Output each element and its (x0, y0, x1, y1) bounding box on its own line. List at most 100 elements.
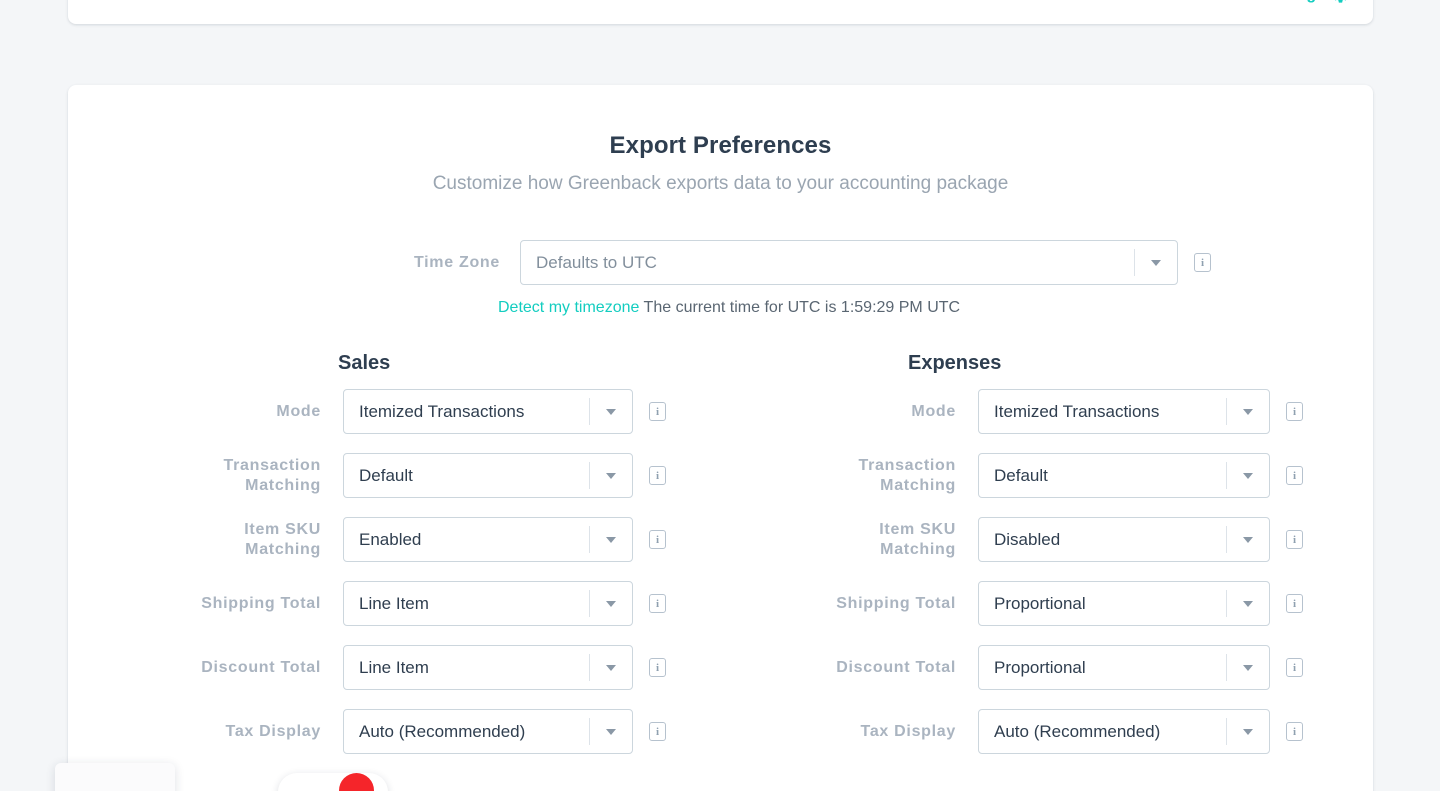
chevron-down-icon[interactable] (590, 582, 632, 625)
expenses-mode-label: Mode (911, 402, 956, 420)
sales-mode-row: Mode Itemized Transactions i (68, 389, 768, 434)
export-preferences-card: Export Preferences Customize how Greenba… (68, 85, 1373, 791)
sales-item-sku-matching-row: Item SKU Matching Enabled i (68, 517, 768, 562)
expenses-mode-select[interactable]: Itemized Transactions (978, 389, 1270, 434)
chevron-down-icon[interactable] (590, 646, 632, 689)
info-icon[interactable]: i (1194, 253, 1211, 272)
manage-link[interactable]: Manage (1265, 0, 1349, 4)
expenses-shipping-total-label: Shipping Total (836, 594, 956, 612)
chevron-down-icon[interactable] (590, 390, 632, 433)
timezone-label: Time Zone (413, 253, 500, 271)
account-name: Greenback Commerce (92, 0, 296, 6)
info-icon[interactable]: i (1286, 658, 1303, 677)
sales-mode-label: Mode (276, 402, 321, 420)
chevron-down-icon[interactable] (1227, 518, 1269, 561)
info-icon[interactable]: i (1286, 530, 1303, 549)
sales-discount-total-select[interactable]: Line Item (343, 645, 633, 690)
sales-shipping-total-value: Line Item (359, 593, 429, 613)
info-icon[interactable]: i (1286, 402, 1303, 421)
info-icon[interactable]: i (649, 402, 666, 421)
chevron-down-icon[interactable] (1227, 710, 1269, 753)
sales-tax-display-label: Tax Display (225, 722, 321, 740)
expenses-shipping-total-row: Shipping Total Proportional i (768, 581, 1373, 626)
sales-transaction-matching-label: Transaction Matching (68, 456, 343, 496)
expenses-column: Expenses Mode Itemized Transactions i Tr… (768, 352, 1373, 773)
expenses-tax-display-label: Tax Display (860, 722, 956, 740)
sales-transaction-matching-select[interactable]: Default (343, 453, 633, 498)
floating-widget[interactable] (55, 763, 175, 791)
app-page: Greenback Commerce Manage Export Prefere… (0, 0, 1440, 791)
chevron-down-icon[interactable] (590, 518, 632, 561)
preferences-columns: Sales Mode Itemized Transactions i Trans… (68, 352, 1373, 773)
sales-tax-display-select[interactable]: Auto (Recommended) (343, 709, 633, 754)
page-subtitle: Customize how Greenback exports data to … (432, 173, 1009, 194)
chevron-down-icon[interactable] (1135, 241, 1177, 284)
account-header-card: Greenback Commerce Manage (68, 0, 1373, 24)
sales-transaction-matching-row: Transaction Matching Default i (68, 453, 768, 498)
info-icon[interactable]: i (649, 594, 666, 613)
sales-shipping-total-select[interactable]: Line Item (343, 581, 633, 626)
chevron-down-icon[interactable] (1227, 646, 1269, 689)
expenses-discount-total-label: Discount Total (836, 658, 956, 676)
sales-shipping-total-label: Shipping Total (201, 594, 321, 612)
sales-item-sku-matching-value: Enabled (359, 529, 422, 549)
sales-heading: Sales (338, 352, 391, 374)
expenses-transaction-matching-label: Transaction Matching (768, 456, 978, 496)
info-icon[interactable]: i (649, 658, 666, 677)
sales-tax-display-row: Tax Display Auto (Recommended) i (68, 709, 768, 754)
chevron-down-icon[interactable] (1227, 582, 1269, 625)
expenses-discount-total-value: Proportional (994, 657, 1086, 677)
sales-discount-total-value: Line Item (359, 657, 429, 677)
info-icon[interactable]: i (1286, 466, 1303, 485)
timezone-hint: Detect my timezone The current time for … (68, 299, 1373, 317)
manage-label: Manage (1265, 0, 1325, 4)
expenses-transaction-matching-select[interactable]: Default (978, 453, 1270, 498)
expenses-mode-value: Itemized Transactions (994, 401, 1160, 421)
label-line-1: Item SKU (244, 520, 321, 538)
sales-transaction-matching-value: Default (359, 465, 413, 485)
label-line-1: Transaction (858, 456, 956, 474)
expenses-shipping-total-value: Proportional (994, 593, 1086, 613)
info-icon[interactable]: i (649, 466, 666, 485)
label-line-2: Matching (245, 540, 321, 558)
expenses-item-sku-matching-value: Disabled (994, 529, 1061, 549)
expenses-tax-display-select[interactable]: Auto (Recommended) (978, 709, 1270, 754)
sales-item-sku-matching-select[interactable]: Enabled (343, 517, 633, 562)
chevron-down-icon[interactable] (1227, 454, 1269, 497)
sales-discount-total-row: Discount Total Line Item i (68, 645, 768, 690)
expenses-transaction-matching-row: Transaction Matching Default i (768, 453, 1373, 498)
timezone-select-value: Defaults to UTC (536, 252, 657, 272)
expenses-tax-display-row: Tax Display Auto (Recommended) i (768, 709, 1373, 754)
detect-timezone-link[interactable]: Detect my timezone (498, 299, 639, 316)
chevron-down-icon[interactable] (590, 710, 632, 753)
label-line-1: Transaction (223, 456, 321, 474)
timezone-section: Time Zone Defaults to UTC i Detect my ti… (68, 240, 1373, 317)
chevron-down-icon[interactable] (590, 454, 632, 497)
expenses-shipping-total-select[interactable]: Proportional (978, 581, 1270, 626)
expenses-tax-display-value: Auto (Recommended) (994, 721, 1161, 741)
gear-icon (1332, 0, 1349, 4)
info-icon[interactable]: i (649, 530, 666, 549)
expenses-item-sku-matching-select[interactable]: Disabled (978, 517, 1270, 562)
expenses-discount-total-select[interactable]: Proportional (978, 645, 1270, 690)
info-icon[interactable]: i (649, 722, 666, 741)
expenses-heading: Expenses (908, 352, 1002, 374)
expenses-transaction-matching-value: Default (994, 465, 1048, 485)
info-icon[interactable]: i (1286, 594, 1303, 613)
page-title: Export Preferences (609, 132, 832, 159)
label-line-1: Item SKU (879, 520, 956, 538)
label-line-2: Matching (880, 540, 956, 558)
sales-column: Sales Mode Itemized Transactions i Trans… (68, 352, 768, 773)
expenses-item-sku-matching-label: Item SKU Matching (768, 520, 978, 560)
sales-tax-display-value: Auto (Recommended) (359, 721, 526, 741)
timezone-select[interactable]: Defaults to UTC (520, 240, 1178, 285)
sales-discount-total-label: Discount Total (201, 658, 321, 676)
timezone-row: Time Zone Defaults to UTC i (68, 240, 1373, 285)
info-icon[interactable]: i (1286, 722, 1303, 741)
sales-mode-select[interactable]: Itemized Transactions (343, 389, 633, 434)
current-time-text: The current time for UTC is 1:59:29 PM U… (643, 299, 961, 316)
expenses-discount-total-row: Discount Total Proportional i (768, 645, 1373, 690)
sales-mode-value: Itemized Transactions (359, 401, 525, 421)
chevron-down-icon[interactable] (1227, 390, 1269, 433)
sales-item-sku-matching-label: Item SKU Matching (68, 520, 343, 560)
